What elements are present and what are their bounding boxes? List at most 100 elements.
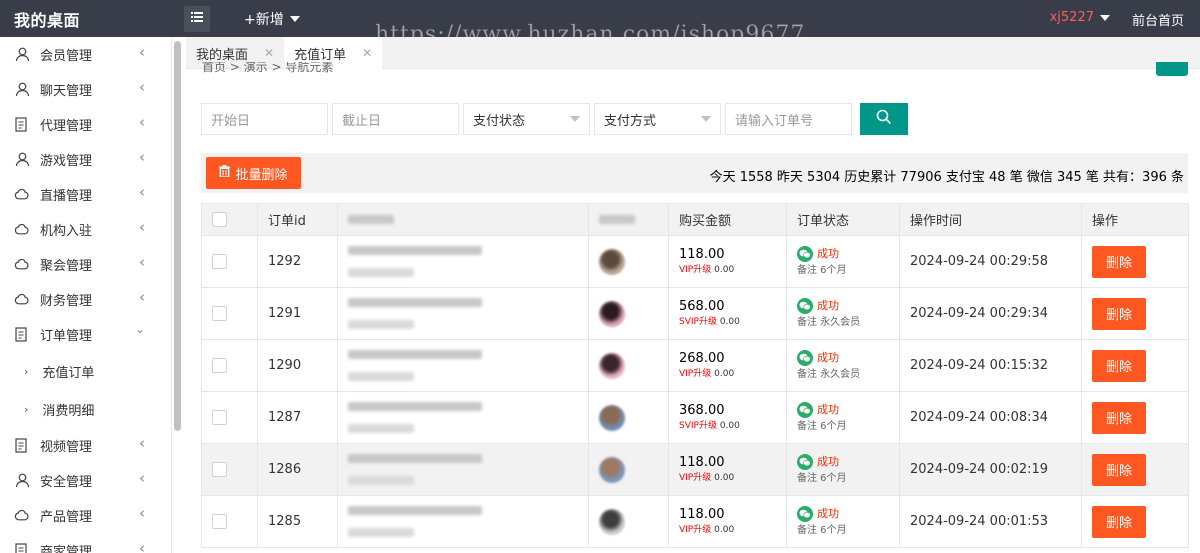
- row-checkbox[interactable]: [212, 358, 227, 373]
- sidebar-item[interactable]: 安全管理 ‹: [0, 463, 171, 498]
- delete-button[interactable]: 删除: [1092, 297, 1146, 330]
- tab-label: 充值订单: [294, 47, 347, 63]
- table-row: 1287 368.00 SVIP升级 0.00 成功 备注 6个月 2024-09-24 …: [201, 391, 1189, 444]
- delete-button[interactable]: 删除: [1092, 349, 1146, 382]
- user-menu[interactable]: xj5227: [1050, 10, 1110, 25]
- sidebar-item-label: 代理管理: [40, 119, 93, 134]
- sidebar-item[interactable]: 财务管理 ‹: [0, 282, 171, 317]
- blurred-order-number: [348, 298, 482, 307]
- front-page-link[interactable]: 前台首页: [1132, 10, 1184, 29]
- table-header-row: 订单id 购买金额 订单状态 操作时间 操作: [201, 203, 1189, 236]
- avatar: [599, 456, 625, 483]
- document-icon: [14, 327, 30, 343]
- sidebar-item[interactable]: 商家管理 ‹: [0, 533, 171, 553]
- upgrade-info: SVIP升级 0.00: [679, 315, 776, 329]
- sidebar-item[interactable]: 代理管理 ‹: [0, 107, 171, 142]
- close-icon[interactable]: ✕: [264, 46, 274, 60]
- close-icon[interactable]: ✕: [362, 46, 372, 60]
- time-cell: 2024-09-24 00:29:58: [899, 235, 1082, 288]
- status-cell: 成功 备注 6个月: [786, 235, 900, 288]
- column-header: [588, 203, 669, 236]
- sidebar-scrollbar[interactable]: [174, 41, 181, 431]
- list-icon: [191, 11, 203, 26]
- sidebar: 会员管理 ‹ 聊天管理 ‹ 代理管理 ‹ 游戏管理 ‹ 直播管理 ‹ 机构入驻 ‹ 聚会管理 ‹ 财务管理 ‹…: [0, 37, 172, 553]
- avatar: [599, 404, 625, 431]
- sidebar-item[interactable]: 订单管理 ⌄: [0, 317, 171, 352]
- time-cell: 2024-09-24 00:02:19: [899, 443, 1082, 496]
- purchase-amount: 268.00: [679, 351, 725, 366]
- add-new-menu[interactable]: +新增: [244, 9, 300, 29]
- cloud-icon: [14, 508, 30, 524]
- chevron-left-icon: ‹: [139, 148, 145, 166]
- sidebar-item[interactable]: 视频管理 ‹: [0, 428, 171, 463]
- username: xj5227: [1049, 10, 1094, 25]
- column-header: 操作时间: [899, 203, 1082, 236]
- chevron-left-icon: ‹: [139, 253, 145, 271]
- sidebar-subitem-label: 充值订单: [42, 365, 95, 381]
- avatar: [599, 352, 625, 379]
- sidebar-item[interactable]: 产品管理 ‹: [0, 498, 171, 533]
- row-checkbox[interactable]: [212, 514, 227, 529]
- avatar-cell: [588, 339, 669, 392]
- delete-button[interactable]: 删除: [1092, 453, 1146, 486]
- sidebar-item-label: 商家管理: [40, 545, 93, 553]
- blurred-order-note: [348, 372, 414, 381]
- upgrade-info: VIP升级 0.00: [679, 523, 776, 537]
- wechat-icon: [797, 402, 813, 418]
- time-cell: 2024-09-24 00:29:34: [899, 287, 1082, 340]
- sidebar-subitem[interactable]: › 充值订单: [0, 352, 171, 390]
- order-id-cell: 1285: [257, 495, 338, 548]
- row-checkbox[interactable]: [212, 254, 227, 269]
- purchase-amount: 568.00: [679, 299, 725, 314]
- top-bar: 我的桌面 +新增 xj5227 前台首页: [0, 0, 1200, 37]
- sidebar-item[interactable]: 聊天管理 ‹: [0, 72, 171, 107]
- sidebar-item[interactable]: 游戏管理 ‹: [0, 142, 171, 177]
- menu-toggle-button[interactable]: [184, 5, 210, 32]
- amount-cell: 568.00 SVIP升级 0.00: [668, 287, 787, 340]
- status-note: 备注 永久会员: [797, 317, 861, 328]
- blurred-order-number: [348, 350, 482, 359]
- cloud-icon: [14, 222, 30, 238]
- pay-method-select[interactable]: 支付方式: [594, 103, 721, 135]
- delete-button[interactable]: 删除: [1092, 401, 1146, 434]
- orders-table: 订单id 购买金额 订单状态 操作时间 操作 1292 118.00 VIP升级 0…: [201, 203, 1189, 548]
- row-checkbox[interactable]: [212, 306, 227, 321]
- breadcrumb: 首页 > 演示 > 导航元素: [202, 62, 333, 74]
- delete-button[interactable]: 删除: [1092, 505, 1146, 538]
- order-number-input[interactable]: 请输入订单号: [725, 103, 852, 135]
- refresh-button[interactable]: [1156, 62, 1188, 76]
- chevron-down-icon: [1100, 14, 1110, 21]
- status-text: 成功: [817, 403, 839, 416]
- search-button[interactable]: [860, 103, 908, 135]
- end-date-input[interactable]: 截止日: [332, 103, 459, 135]
- sidebar-item[interactable]: 直播管理 ‹: [0, 177, 171, 212]
- pay-status-select[interactable]: 支付状态: [463, 103, 590, 135]
- amount-cell: 268.00 VIP升级 0.00: [668, 339, 787, 392]
- start-date-input[interactable]: 开始日: [201, 103, 328, 135]
- blurred-order-number: [348, 246, 482, 255]
- select-all-checkbox[interactable]: [212, 212, 227, 227]
- wechat-icon: [797, 454, 813, 470]
- order-stats: 今天 1558 昨天 5304 历史累计 77906 支付宝 48 笔 微信 3…: [709, 170, 1184, 185]
- action-cell: 删除: [1081, 495, 1189, 548]
- chevron-left-icon: ‹: [139, 218, 145, 236]
- status-note: 备注 永久会员: [797, 369, 861, 380]
- cloud-icon: [14, 257, 30, 273]
- delete-button[interactable]: 删除: [1092, 245, 1146, 278]
- sidebar-item[interactable]: 机构入驻 ‹: [0, 212, 171, 247]
- order-id-cell: 1292: [257, 235, 338, 288]
- sidebar-item[interactable]: 聚会管理 ‹: [0, 247, 171, 282]
- sidebar-subitem[interactable]: › 消费明细: [0, 390, 171, 428]
- blurred-order-number: [348, 402, 482, 411]
- time-cell: 2024-09-24 00:01:53: [899, 495, 1082, 548]
- avatar-cell: [588, 495, 669, 548]
- sidebar-item-label: 视频管理: [40, 440, 93, 455]
- row-checkbox[interactable]: [212, 410, 227, 425]
- row-checkbox[interactable]: [212, 462, 227, 477]
- chevron-left-icon: ‹: [139, 504, 145, 522]
- action-cell: 删除: [1081, 287, 1189, 340]
- batch-delete-button[interactable]: 批量删除: [206, 157, 301, 189]
- status-note: 备注 6个月: [797, 473, 847, 484]
- sidebar-item[interactable]: 会员管理 ‹: [0, 37, 171, 72]
- document-icon: [14, 117, 30, 133]
